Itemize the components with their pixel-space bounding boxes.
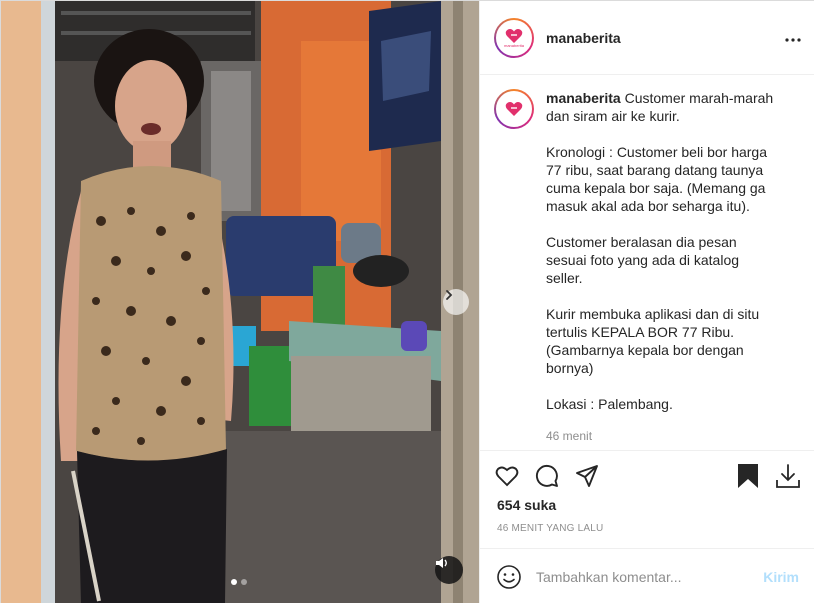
caption-line: manaberita Customer marah-marah dan sira… <box>546 90 774 124</box>
chevron-right-icon <box>446 290 453 300</box>
download-button[interactable] <box>775 463 801 489</box>
next-slide-button[interactable] <box>443 289 469 315</box>
avatar-label: manaberita <box>503 42 524 48</box>
comment-button[interactable] <box>534 463 560 489</box>
carousel-dot-active <box>231 579 237 585</box>
caption-timestamp: 46 menit <box>546 429 593 443</box>
post-username[interactable]: manaberita <box>546 30 621 46</box>
avatar[interactable]: manaberita <box>494 17 534 58</box>
share-button[interactable] <box>574 463 600 489</box>
caption-text: manaberita Customer marah-marah dan sira… <box>546 89 776 445</box>
like-count[interactable]: 654 suka <box>480 497 814 513</box>
save-button[interactable] <box>735 463 761 489</box>
caption-line: Kurir membuka aplikasi dan di situ tertu… <box>546 306 760 376</box>
carousel-dot <box>241 579 247 585</box>
post-frame: manaberita manaberita manaberita Custome… <box>0 0 814 603</box>
more-options-button[interactable] <box>785 29 801 47</box>
caption-avatar[interactable] <box>494 89 534 129</box>
brand-heart-icon <box>505 28 523 43</box>
post-media[interactable] <box>1 1 479 603</box>
post-header: manaberita manaberita <box>480 1 814 75</box>
caption: manaberita Customer marah-marah dan sira… <box>494 89 801 445</box>
heart-icon <box>495 466 519 487</box>
comment-form: Kirim <box>480 548 814 603</box>
more-horizontal-icon <box>785 37 801 42</box>
caption-username[interactable]: manaberita <box>546 90 621 106</box>
caption-line: Customer beralasan dia pesan sesuai foto… <box>546 234 740 286</box>
caption-line: Lokasi : Palembang. <box>546 396 673 412</box>
action-section: 654 suka 46 MENIT YANG LALU <box>480 450 814 534</box>
post-timestamp[interactable]: 46 MENIT YANG LALU <box>480 523 814 534</box>
post-comment-button[interactable]: Kirim <box>763 569 799 585</box>
video-frame <box>1 1 479 603</box>
carousel-indicator <box>231 579 247 585</box>
caption-line: Kronologi : Customer beli bor harga 77 r… <box>546 144 768 214</box>
speaker-icon <box>436 558 447 568</box>
send-icon <box>576 465 598 487</box>
post-side-panel: manaberita manaberita manaberita Custome… <box>479 1 814 603</box>
comment-input[interactable] <box>536 568 764 585</box>
bookmark-filled-icon <box>738 464 758 488</box>
like-button[interactable] <box>494 463 520 489</box>
comment-icon <box>535 464 558 487</box>
action-bar <box>480 451 814 501</box>
brand-heart-icon <box>505 102 523 116</box>
download-icon <box>776 464 800 488</box>
sound-toggle-button[interactable] <box>435 556 463 584</box>
emoji-icon[interactable] <box>496 564 522 590</box>
